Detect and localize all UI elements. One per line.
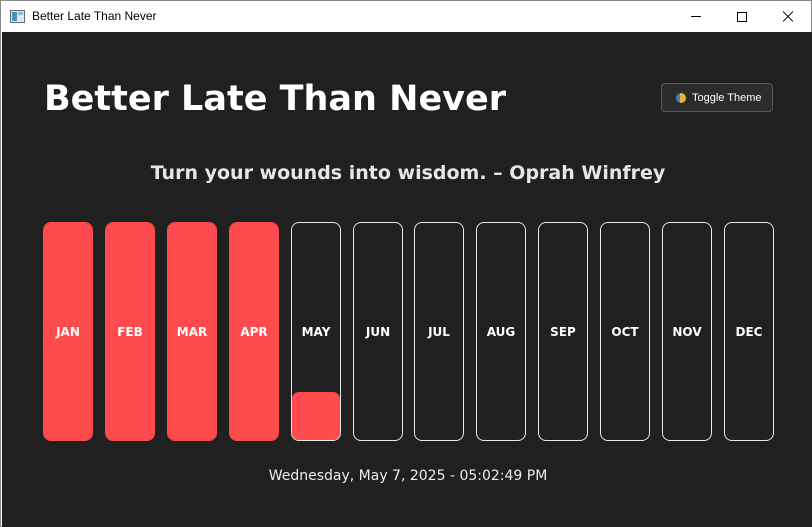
- current-datetime: Wednesday, May 7, 2025 - 05:02:49 PM: [268, 468, 548, 484]
- month-column-jan: JAN: [43, 222, 93, 441]
- minimize-button[interactable]: [673, 1, 719, 32]
- month-label: AUG: [486, 324, 516, 339]
- minimize-icon: [691, 16, 701, 17]
- month-column-oct: OCT: [600, 222, 650, 441]
- close-button[interactable]: [765, 1, 811, 32]
- month-label: MAR: [176, 324, 208, 339]
- month-column-aug: AUG: [476, 222, 526, 441]
- month-column-may: MAY: [291, 222, 341, 441]
- month-label: NOV: [672, 324, 702, 339]
- month-column-sep: SEP: [538, 222, 588, 441]
- month-column-jun: JUN: [353, 222, 403, 441]
- month-column-dec: DEC: [724, 222, 774, 441]
- maximize-button[interactable]: [719, 1, 765, 32]
- month-label: SEP: [550, 324, 576, 339]
- month-column-feb: FEB: [105, 222, 155, 441]
- month-label: JAN: [56, 324, 80, 339]
- month-column-nov: NOV: [662, 222, 712, 441]
- month-progress-row: JAN FEB MAR APR MAY JUN JUL AUG SEP OCT NOV DEC: [43, 222, 774, 441]
- toggle-theme-label: Toggle Theme: [692, 91, 762, 104]
- close-icon: [782, 11, 794, 23]
- month-label: FEB: [117, 324, 143, 339]
- maximize-icon: [737, 11, 747, 22]
- month-column-apr: APR: [229, 222, 279, 441]
- month-label: JUL: [428, 324, 450, 339]
- main-content: Better Late Than Never Toggle Theme Turn…: [2, 32, 812, 527]
- app-window: Better Late Than Never Better Late Than …: [0, 0, 812, 527]
- page-title: Better Late Than Never: [44, 79, 506, 119]
- month-label: DEC: [735, 324, 763, 339]
- quote-text: Turn your wounds into wisdom. – Oprah Wi…: [150, 162, 666, 184]
- toggle-theme-button[interactable]: Toggle Theme: [661, 83, 773, 112]
- half-moon-icon: [676, 92, 686, 103]
- title-bar[interactable]: Better Late Than Never: [1, 1, 811, 32]
- month-label: JUN: [365, 324, 391, 339]
- month-column-mar: MAR: [167, 222, 217, 441]
- month-column-jul: JUL: [414, 222, 464, 441]
- window-title: Better Late Than Never: [32, 9, 157, 23]
- app-icon: [10, 10, 25, 23]
- month-label: MAY: [301, 324, 331, 339]
- month-label: APR: [240, 324, 268, 339]
- month-label: OCT: [611, 324, 639, 339]
